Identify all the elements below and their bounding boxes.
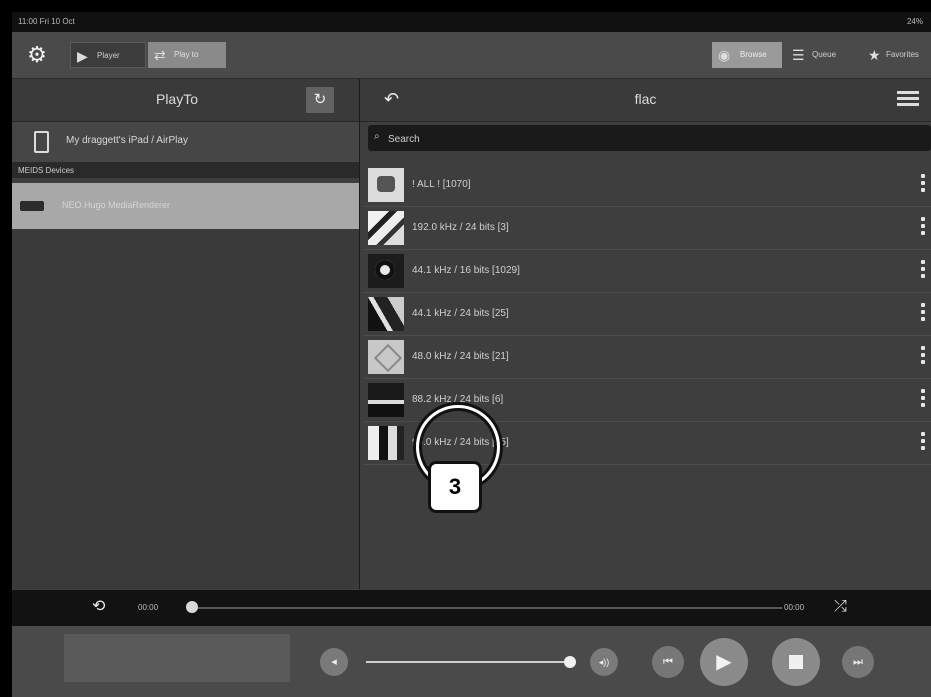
- devices-section-header: MEIDS Devices: [12, 163, 359, 178]
- list-item[interactable]: 44.1 kHz / 24 bits [25]: [364, 293, 931, 336]
- device-item-renderer[interactable]: NEO Hugo MediaRenderer: [12, 183, 359, 229]
- top-toolbar: ⚙ ▶ Player ⇄ Play to ◉ Browse ☰ Queue ★ …: [12, 32, 931, 79]
- device-frame: 11:00 Fri 10 Oct 24% ⚙ ▶ Player ⇄ Play t…: [0, 0, 931, 697]
- list-item-label: 48.0 kHz / 24 bits [21]: [412, 351, 509, 362]
- player-tab[interactable]: ▶ Player: [70, 42, 146, 68]
- queue-tab[interactable]: ☰ Queue: [786, 42, 860, 68]
- list-item-label: 88.2 kHz / 24 bits [6]: [412, 394, 504, 405]
- volume-up-icon[interactable]: ◂)): [590, 648, 618, 676]
- kebab-icon[interactable]: [921, 174, 925, 196]
- panel-divider: [359, 79, 360, 589]
- queue-icon: ☰: [792, 47, 805, 63]
- playto-title: PlayTo: [155, 91, 199, 107]
- favorites-tab-label: Favorites: [886, 50, 919, 59]
- list-item-label: 44.1 kHz / 24 bits [25]: [412, 308, 509, 319]
- volume-down-icon[interactable]: ◂: [320, 648, 348, 676]
- playto-tab-label: Play to: [174, 50, 199, 59]
- ipad-icon: [34, 131, 49, 153]
- seek-handle[interactable]: [186, 601, 198, 613]
- album-art-thumbnail: [368, 340, 404, 374]
- play-icon[interactable]: ▶: [700, 638, 748, 686]
- kebab-icon[interactable]: [921, 389, 925, 411]
- refresh-icon[interactable]: ↻: [306, 87, 334, 113]
- player-tab-label: Player: [97, 51, 120, 60]
- play-icon: ▶: [77, 48, 88, 64]
- playback-controls: ◂ ◂)) ⏮ ▶ ⏭: [12, 626, 931, 697]
- current-device-label: My draggett's iPad / AirPlay: [66, 135, 188, 146]
- album-art-thumbnail: [368, 254, 404, 288]
- kebab-icon[interactable]: [921, 217, 925, 239]
- screen: 11:00 Fri 10 Oct 24% ⚙ ▶ Player ⇄ Play t…: [12, 12, 931, 697]
- browse-header: ↶ flac: [360, 79, 931, 122]
- previous-icon[interactable]: ⏮: [652, 646, 684, 678]
- volume-handle[interactable]: [564, 656, 576, 668]
- device-item-label: NEO Hugo MediaRenderer: [62, 200, 171, 210]
- status-bar: 11:00 Fri 10 Oct 24%: [12, 12, 931, 32]
- next-icon[interactable]: ⏭: [842, 646, 874, 678]
- list-item[interactable]: 44.1 kHz / 16 bits [1029]: [364, 250, 931, 293]
- repeat-icon[interactable]: ⟲: [92, 599, 112, 615]
- album-art-thumbnail: [368, 383, 404, 417]
- favorites-tab[interactable]: ★ Favorites: [864, 42, 931, 68]
- album-art-thumbnail: [368, 297, 404, 331]
- kebab-icon[interactable]: [921, 346, 925, 368]
- browse-icon: ◉: [718, 47, 731, 63]
- kebab-icon[interactable]: [921, 303, 925, 325]
- stop-icon[interactable]: [772, 638, 820, 686]
- album-art-thumbnail: [368, 211, 404, 245]
- elapsed-time: 00:00: [138, 603, 159, 612]
- list-item-label: 44.1 kHz / 16 bits [1029]: [412, 265, 520, 276]
- gear-icon[interactable]: ⚙: [22, 40, 52, 70]
- search-bar[interactable]: ⌕: [368, 125, 931, 151]
- album-art-thumbnail: [368, 426, 404, 460]
- volume-slider[interactable]: [366, 661, 572, 663]
- kebab-icon[interactable]: [921, 432, 925, 454]
- search-icon: ⌕: [374, 131, 380, 142]
- browse-tab[interactable]: ◉ Browse: [712, 42, 782, 68]
- battery-status: 24%: [906, 17, 923, 26]
- status-time: 11:00 Fri 10 Oct: [18, 17, 75, 26]
- search-input[interactable]: [386, 129, 910, 149]
- list-item[interactable]: 192.0 kHz / 24 bits [3]: [364, 207, 931, 250]
- remaining-time: 00:00: [784, 603, 805, 612]
- favorites-icon: ★: [868, 47, 881, 63]
- renderer-icon: [20, 201, 44, 211]
- list-view-icon[interactable]: [897, 91, 919, 107]
- callout-number: 3: [428, 461, 482, 513]
- current-device[interactable]: My draggett's iPad / AirPlay: [12, 122, 359, 163]
- progress-bar: ⟲ 00:00 00:00 ⤮: [12, 590, 931, 626]
- playto-header: PlayTo ↻: [12, 79, 359, 122]
- now-playing-art: [64, 634, 290, 682]
- list-item-label: 192.0 kHz / 24 bits [3]: [412, 222, 509, 233]
- seek-track[interactable]: [192, 607, 782, 609]
- list-item-label: ! ALL ! [1070]: [412, 179, 471, 190]
- album-art-thumbnail: [368, 168, 404, 202]
- queue-tab-label: Queue: [812, 50, 837, 59]
- playto-icon: ⇄: [154, 47, 166, 63]
- device-list-area: [12, 229, 359, 589]
- kebab-icon[interactable]: [921, 260, 925, 282]
- shuffle-icon[interactable]: ⤮: [834, 598, 847, 616]
- browse-tab-label: Browse: [740, 50, 767, 59]
- playto-tab[interactable]: ⇄ Play to: [148, 42, 226, 68]
- list-item[interactable]: 48.0 kHz / 24 bits [21]: [364, 336, 931, 379]
- folder-title: flac: [634, 91, 657, 107]
- list-item[interactable]: ! ALL ! [1070]: [364, 164, 931, 207]
